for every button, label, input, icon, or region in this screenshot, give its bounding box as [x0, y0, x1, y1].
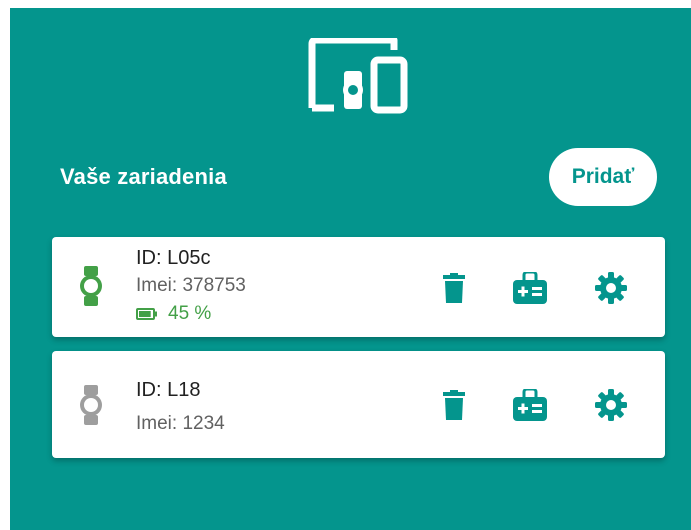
delete-button[interactable]	[436, 387, 472, 423]
app-screen: Vaše zariadenia Pridať ID: L05c Imei: 37…	[10, 8, 691, 530]
device-id: ID: L18	[136, 379, 201, 401]
battery-percentage: 45 %	[168, 303, 212, 324]
device-card[interactable]: ID: L18 Imei: 1234	[52, 351, 665, 458]
section-title: Vaše zariadenia	[60, 164, 227, 189]
trash-icon	[443, 273, 465, 303]
device-id: ID: L05c	[136, 247, 211, 269]
device-card[interactable]: ID: L05c Imei: 378753 45 %	[52, 237, 665, 337]
medical-card-button[interactable]	[512, 270, 548, 306]
devices-icon	[308, 38, 408, 114]
settings-button[interactable]	[593, 387, 629, 423]
add-device-button[interactable]: Pridať	[549, 148, 657, 206]
gear-icon	[595, 389, 627, 421]
settings-button[interactable]	[593, 270, 629, 306]
battery-icon	[136, 308, 157, 320]
medical-card-icon	[513, 272, 547, 304]
watch-icon	[80, 385, 102, 425]
watch-icon	[80, 266, 102, 306]
gear-icon	[595, 272, 627, 304]
medical-card-icon	[513, 389, 547, 421]
medical-card-button[interactable]	[512, 387, 548, 423]
device-imei: Imei: 1234	[136, 413, 225, 434]
trash-icon	[443, 390, 465, 420]
battery-status: 45 %	[136, 303, 211, 325]
delete-button[interactable]	[436, 270, 472, 306]
device-imei: Imei: 378753	[136, 275, 246, 296]
